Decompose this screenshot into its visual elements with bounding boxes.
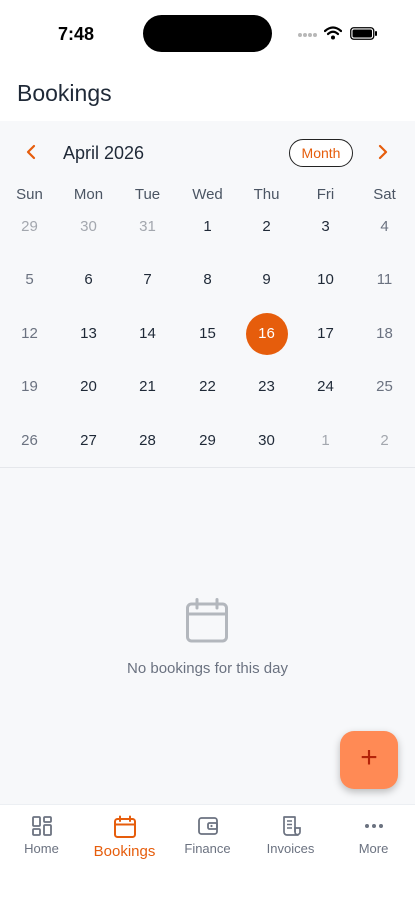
tab-bookings[interactable]: Bookings bbox=[83, 813, 166, 865]
status-bar: 7:48 bbox=[0, 0, 415, 66]
dynamic-island bbox=[143, 15, 272, 52]
calendar-day[interactable]: 3 bbox=[296, 205, 355, 249]
calendar-day[interactable]: 26 bbox=[0, 419, 59, 463]
status-time: 7:48 bbox=[58, 24, 95, 44]
calendar-day[interactable]: 25 bbox=[355, 365, 414, 409]
bottom-tab-bar: Home Bookings Finance Invoices More bbox=[0, 804, 415, 900]
add-booking-button[interactable]: + bbox=[340, 731, 398, 789]
cellular-signal-icon bbox=[298, 33, 318, 39]
calendar-day[interactable]: 19 bbox=[0, 365, 59, 409]
plus-icon: + bbox=[360, 741, 378, 774]
tab-invoices[interactable]: Invoices bbox=[249, 813, 332, 865]
calendar-day[interactable]: 2 bbox=[237, 205, 296, 249]
page-title: Bookings bbox=[17, 80, 112, 106]
calendar-day[interactable]: 21 bbox=[118, 365, 177, 409]
calendar-day[interactable]: 30 bbox=[59, 205, 118, 249]
tab-label: Bookings bbox=[93, 843, 156, 860]
calendar-day[interactable]: 11 bbox=[355, 258, 414, 302]
calendar-icon bbox=[186, 598, 228, 643]
calendar-day[interactable]: 1 bbox=[178, 205, 237, 249]
calendar-day[interactable]: 1 bbox=[296, 419, 355, 463]
calendar-day[interactable]: 10 bbox=[296, 258, 355, 302]
calendar-day[interactable]: 2 bbox=[355, 419, 414, 463]
weekday-label: Thu bbox=[253, 186, 280, 203]
calendar-day[interactable]: 6 bbox=[59, 258, 118, 302]
month-label: April 2026 bbox=[63, 143, 145, 163]
calendar-day[interactable]: 31 bbox=[118, 205, 177, 249]
tab-label: Finance bbox=[184, 841, 231, 856]
calendar-day[interactable]: 18 bbox=[355, 312, 414, 356]
calendar-day[interactable]: 22 bbox=[178, 365, 237, 409]
calendar-day[interactable]: 14 bbox=[118, 312, 177, 356]
tab-home[interactable]: Home bbox=[0, 813, 83, 865]
calendar-day[interactable]: 20 bbox=[59, 365, 118, 409]
wifi-icon bbox=[324, 26, 342, 40]
calendar-day[interactable]: 27 bbox=[59, 419, 118, 463]
calendar-day[interactable]: 9 bbox=[237, 258, 296, 302]
weekday-label: Sat bbox=[373, 186, 396, 203]
chevron-right-icon[interactable] bbox=[372, 141, 394, 163]
wallet-icon bbox=[197, 817, 218, 835]
weekday-label: Tue bbox=[134, 186, 161, 203]
calendar-day-selected[interactable]: 16 bbox=[237, 312, 296, 356]
calendar-divider bbox=[0, 467, 415, 468]
more-dots-icon bbox=[364, 824, 383, 828]
tab-finance[interactable]: Finance bbox=[166, 813, 249, 865]
calendar-day[interactable]: 24 bbox=[296, 365, 355, 409]
calendar-day[interactable]: 15 bbox=[178, 312, 237, 356]
calendar-day[interactable]: 7 bbox=[118, 258, 177, 302]
calendar-day[interactable]: 13 bbox=[59, 312, 118, 356]
grid-icon bbox=[31, 816, 52, 836]
calendar-day[interactable]: 4 bbox=[355, 205, 414, 249]
receipt-icon bbox=[282, 816, 301, 836]
tab-label: Invoices bbox=[266, 841, 315, 856]
calendar-day[interactable]: 17 bbox=[296, 312, 355, 356]
calendar-day[interactable]: 29 bbox=[0, 205, 59, 249]
calendar-icon bbox=[113, 815, 136, 838]
calendar-day[interactable]: 30 bbox=[237, 419, 296, 463]
calendar-day[interactable]: 29 bbox=[178, 419, 237, 463]
weekday-label: Mon bbox=[73, 186, 104, 203]
tab-label: More bbox=[358, 841, 389, 856]
calendar-header: April 2026 Month bbox=[0, 121, 415, 181]
selected-day-label: 16 bbox=[245, 313, 288, 355]
weekday-label: Fri bbox=[316, 186, 335, 203]
empty-state-message: No bookings for this day bbox=[127, 660, 288, 677]
battery-icon bbox=[350, 27, 377, 40]
tab-label: Home bbox=[24, 841, 59, 856]
calendar-day[interactable]: 5 bbox=[0, 258, 59, 302]
weekday-label: Wed bbox=[192, 186, 223, 203]
weekday-label: Sun bbox=[16, 186, 43, 203]
calendar-day[interactable]: 23 bbox=[237, 365, 296, 409]
calendar-day[interactable]: 12 bbox=[0, 312, 59, 356]
bookings-content: April 2026 Month Sun Mon Tue Wed Thu Fri… bbox=[0, 121, 415, 804]
tab-more[interactable]: More bbox=[332, 813, 415, 865]
calendar-day[interactable]: 28 bbox=[118, 419, 177, 463]
calendar-day[interactable]: 8 bbox=[178, 258, 237, 302]
view-toggle-button[interactable]: Month bbox=[289, 139, 353, 167]
chevron-left-icon[interactable] bbox=[20, 141, 42, 163]
